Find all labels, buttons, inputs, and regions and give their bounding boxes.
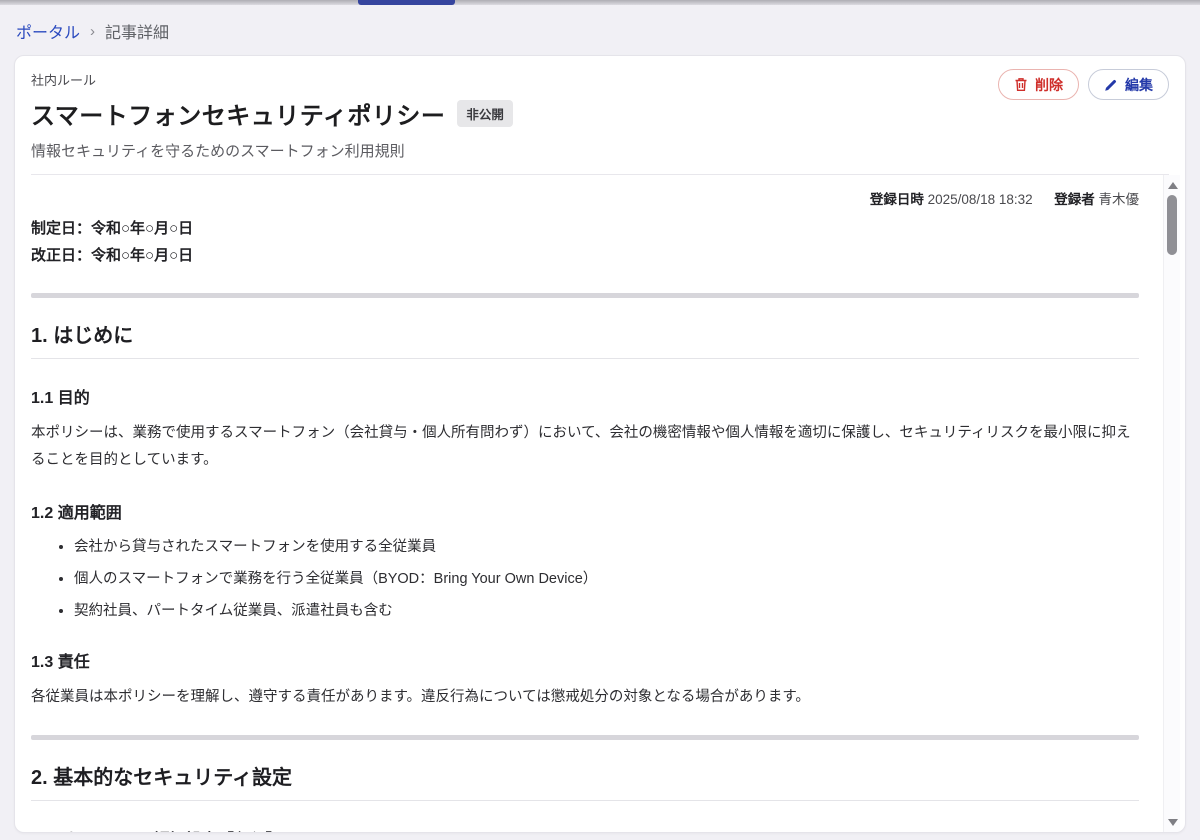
section-2-heading: 2. 基本的なセキュリティ設定 <box>31 761 1139 801</box>
registered-at-label: 登録日時 <box>870 192 924 207</box>
section-1-3-body: 各従業員は本ポリシーを理解し、遵守する責任があります。違反行為については懲戒処分… <box>31 684 1139 711</box>
edit-button[interactable]: 編集 <box>1088 69 1169 100</box>
list-item: 個人のスマートフォンで業務を行う全従業員（BYOD：Bring Your Own… <box>74 567 1139 592</box>
article-body-scroll[interactable]: 登録日時 2025/08/18 18:32 登録者 青木優 制定日：令和○年○月… <box>15 175 1185 832</box>
section-1-2-heading: 1.2 適用範囲 <box>31 499 1139 523</box>
vertical-scrollbar[interactable] <box>1163 175 1180 832</box>
top-accent-bar <box>358 0 455 5</box>
section-1-heading: 1. はじめに <box>31 319 1139 359</box>
delete-button[interactable]: 削除 <box>998 69 1079 100</box>
list-item: 契約社員、パートタイム従業員、派遣社員も含む <box>74 599 1139 624</box>
status-badge: 非公開 <box>457 100 513 127</box>
breadcrumb-current: 記事詳細 <box>105 19 169 43</box>
section-1-3-heading: 1.3 責任 <box>31 648 1139 672</box>
section-1-1-heading: 1.1 目的 <box>31 384 1139 408</box>
section-1-2-list: 会社から貸与されたスマートフォンを使用する全従業員 個人のスマートフォンで業務を… <box>31 535 1139 624</box>
trash-icon <box>1014 77 1028 92</box>
registered-by-value: 青木優 <box>1099 192 1140 207</box>
article-content-region: 登録日時 2025/08/18 18:32 登録者 青木優 制定日：令和○年○月… <box>15 175 1185 832</box>
browser-chrome-strip <box>0 0 1200 5</box>
article-card: 社内ルール スマートフォンセキュリティポリシー 非公開 情報セキュリティを守るた… <box>14 55 1186 833</box>
registered-at-value: 2025/08/18 18:32 <box>928 192 1033 207</box>
header-actions: 削除 編集 <box>998 69 1169 100</box>
breadcrumb: ポータル › 記事詳細 <box>0 5 1200 55</box>
registered-by-label: 登録者 <box>1054 192 1095 207</box>
page-title: スマートフォンセキュリティポリシー <box>31 96 445 131</box>
section-divider <box>31 293 1139 298</box>
breadcrumb-separator-icon: › <box>90 23 95 40</box>
scrollbar-thumb[interactable] <box>1167 195 1177 255</box>
policy-dates: 制定日：令和○年○月○日 改正日：令和○年○月○日 <box>31 215 1139 269</box>
article-header: 社内ルール スマートフォンセキュリティポリシー 非公開 情報セキュリティを守るた… <box>15 56 1185 169</box>
enacted-date-line: 制定日：令和○年○月○日 <box>31 215 1139 242</box>
edit-button-label: 編集 <box>1125 75 1153 95</box>
section-1-1-body: 本ポリシーは、業務で使用するスマートフォン（会社貸与・個人所有問わず）において、… <box>31 420 1139 474</box>
section-2-1-heading: 2.1 パスワード・認証設定【必須】 <box>31 826 1139 832</box>
breadcrumb-portal-link[interactable]: ポータル <box>16 19 80 43</box>
registration-meta: 登録日時 2025/08/18 18:32 登録者 青木優 <box>31 188 1139 208</box>
delete-button-label: 削除 <box>1035 75 1063 95</box>
scroll-up-arrow-icon[interactable] <box>1164 177 1181 193</box>
article-subtitle: 情報セキュリティを守るためのスマートフォン利用規則 <box>31 140 1169 161</box>
list-item: 会社から貸与されたスマートフォンを使用する全従業員 <box>74 535 1139 560</box>
pencil-icon <box>1104 78 1118 92</box>
section-divider <box>31 735 1139 740</box>
revised-date-line: 改正日：令和○年○月○日 <box>31 242 1139 269</box>
scroll-down-arrow-icon[interactable] <box>1164 814 1181 830</box>
